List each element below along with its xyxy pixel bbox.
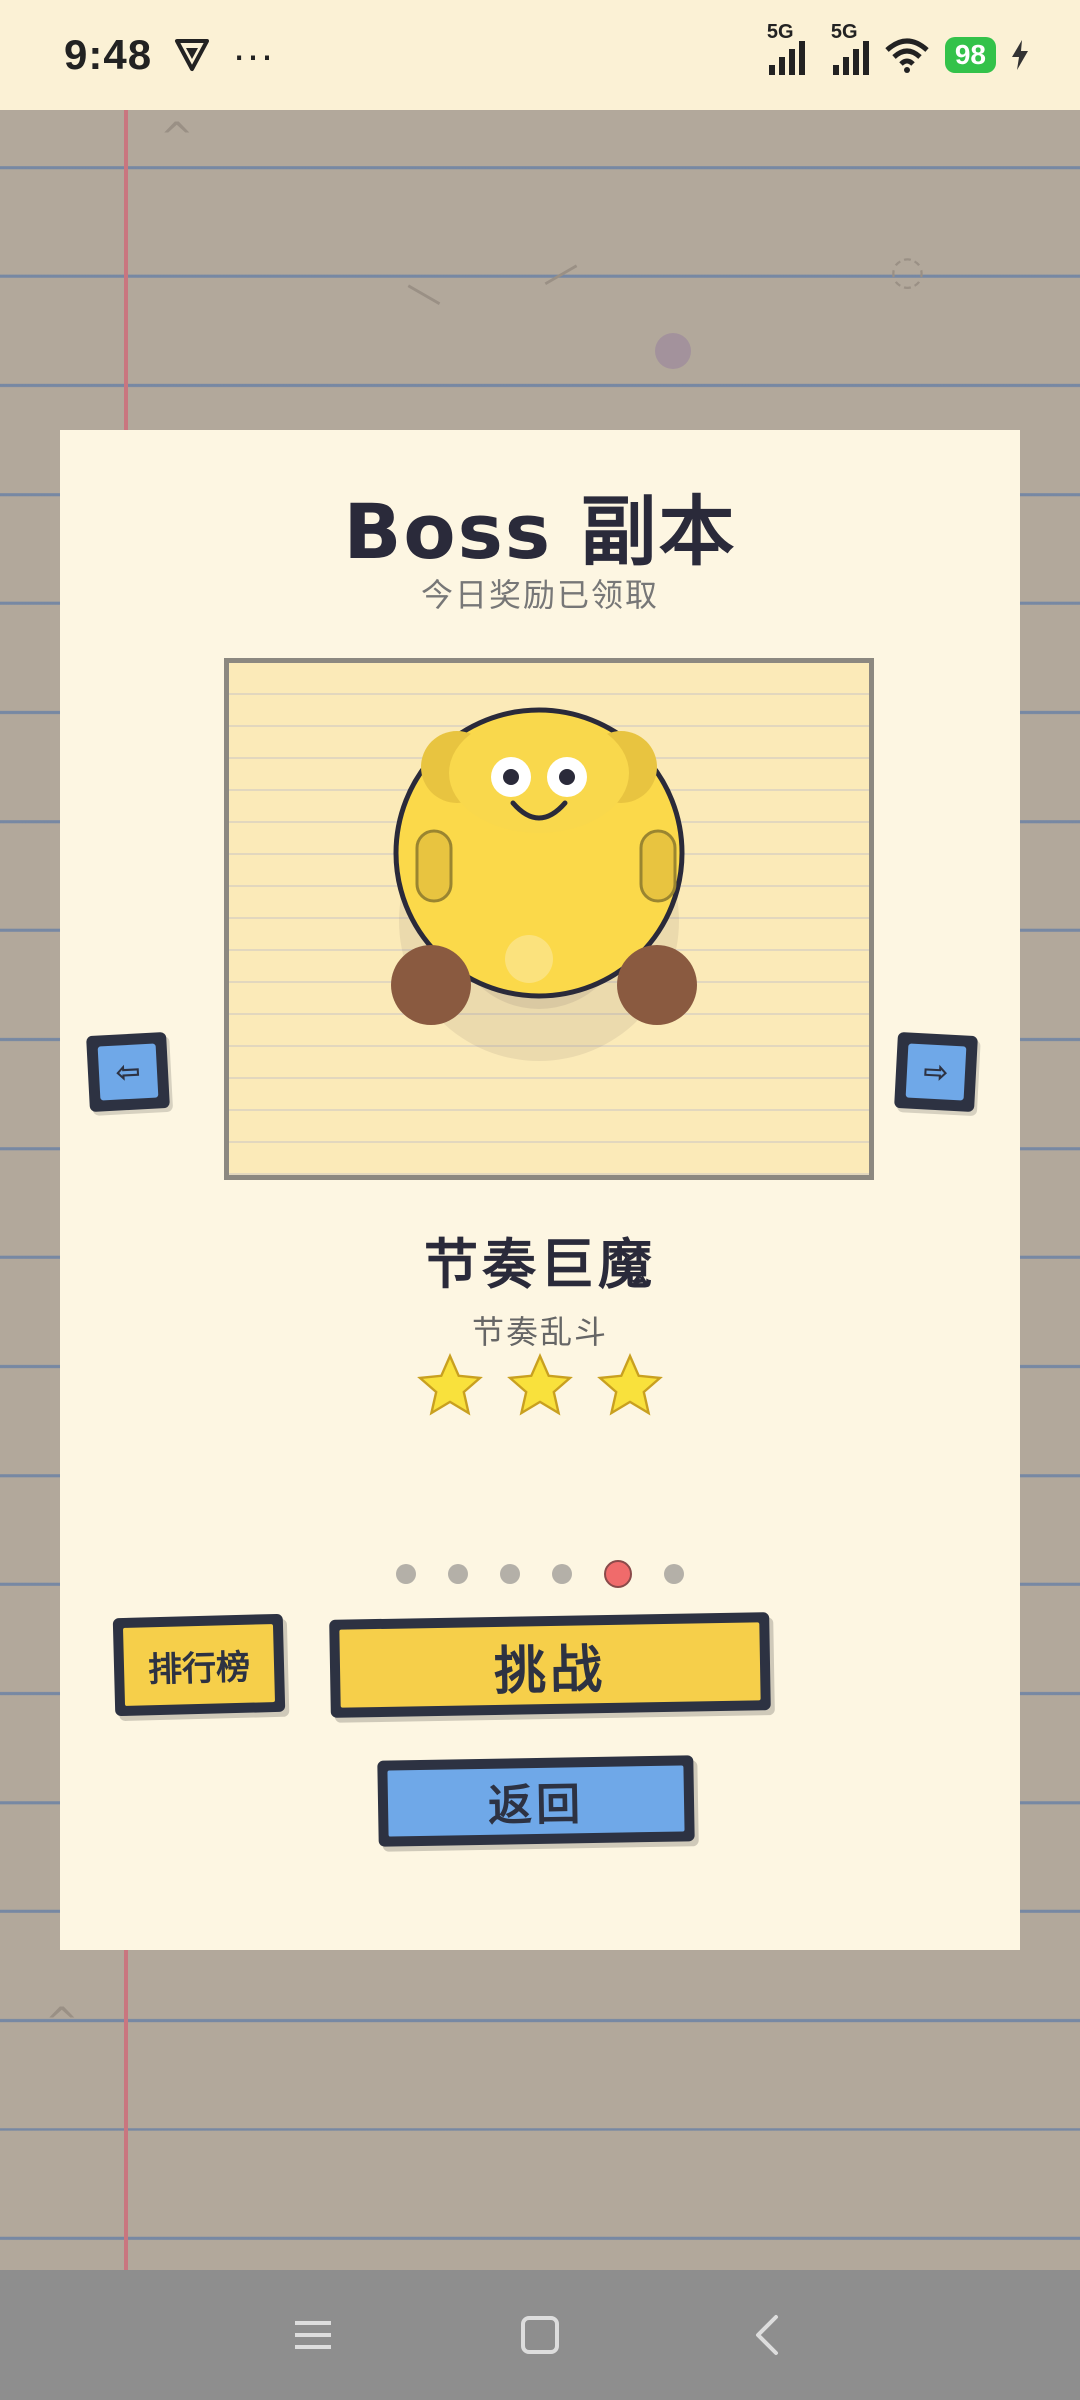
doodle-caret: ^ [45, 2000, 79, 2046]
doodle-dot [655, 333, 691, 369]
wifi-icon [885, 38, 929, 73]
cell-signal-icon: 5G [767, 21, 805, 75]
prev-boss-button[interactable]: ⇦ [86, 1031, 170, 1113]
boss-mode: 节奏乱斗 [471, 1313, 608, 1351]
home-icon [520, 2316, 559, 2354]
page-dot[interactable] [448, 1564, 468, 1584]
home-button[interactable] [510, 2305, 570, 2365]
back-label: 返回 [387, 1765, 685, 1837]
charging-icon [1012, 40, 1028, 70]
network-type-label: 5G [766, 21, 794, 43]
doodle-circle: ◌ [890, 248, 925, 294]
cell-signal-icon: 5G [831, 21, 869, 75]
more-notifications-icon: ··· [232, 31, 275, 78]
page-dot[interactable] [396, 1564, 416, 1584]
page-indicator [60, 1560, 1020, 1588]
system-navigation-bar [0, 2270, 1080, 2400]
star-icon [507, 1353, 573, 1416]
reward-status: 今日奖励已领取 [420, 576, 659, 614]
boss-name: 节奏巨魔 [424, 1233, 656, 1296]
page-dot[interactable] [552, 1564, 572, 1584]
next-boss-button[interactable]: ⇨ [894, 1031, 978, 1113]
challenge-label: 挑战 [339, 1622, 761, 1708]
page-title: Boss 副本 [343, 487, 737, 576]
leaderboard-label: 排行榜 [123, 1624, 275, 1706]
leaderboard-button[interactable]: 排行榜 [112, 1613, 286, 1717]
doodle-caret: ^ [160, 115, 194, 161]
boss-dungeon-card: Boss 副本 今日奖励已领取 ⇦ ⇨ 节奏巨魔 节奏乱斗 排行榜 挑战 返回 [60, 430, 1020, 1950]
status-bar: 9:48 ··· 5G 5G 98 [0, 0, 1080, 110]
page-dot-active[interactable] [604, 1560, 632, 1588]
vpn-shield-icon [175, 39, 210, 71]
page-dot[interactable] [664, 1564, 684, 1584]
challenge-button[interactable]: 挑战 [329, 1612, 771, 1718]
battery-indicator: 98 [944, 37, 996, 73]
star-icon [417, 1353, 483, 1416]
boss-character-image [391, 707, 697, 1061]
page-dot[interactable] [500, 1564, 520, 1584]
menu-icon [295, 2321, 332, 2349]
clock: 9:48 [64, 31, 153, 78]
arrow-right-icon: ⇨ [922, 1053, 950, 1091]
back-icon [755, 2315, 778, 2355]
back-button[interactable]: 返回 [377, 1755, 695, 1847]
difficulty-stars [60, 1350, 1020, 1422]
star-icon [597, 1353, 663, 1416]
system-back-button[interactable] [737, 2305, 797, 2365]
recent-apps-button[interactable] [283, 2305, 343, 2365]
arrow-left-icon: ⇦ [114, 1053, 142, 1091]
network-type-label: 5G [830, 21, 858, 43]
boss-preview [224, 658, 874, 1180]
